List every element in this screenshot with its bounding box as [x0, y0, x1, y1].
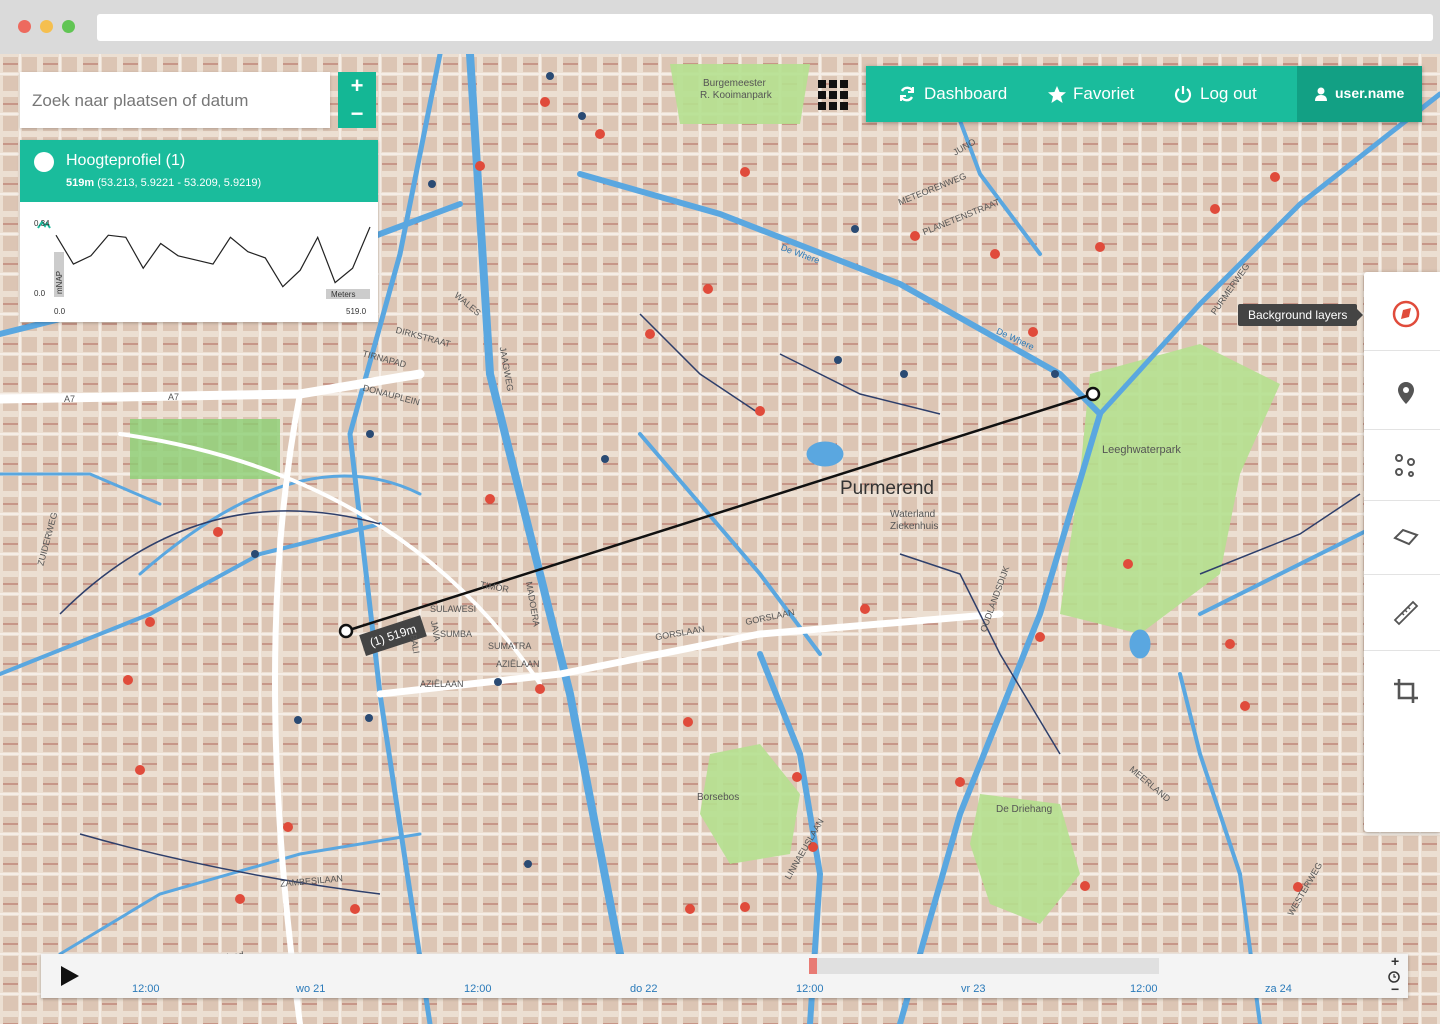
user-icon [1315, 87, 1327, 101]
grid-icon [818, 80, 848, 110]
zoom-out-button[interactable]: − [338, 100, 376, 128]
elevation-profile-panel: Hoogteprofiel (1) 519m (53.213, 5.9221 -… [20, 140, 378, 322]
hospital-label: Waterland [890, 509, 936, 520]
map-tools-toolbar [1364, 272, 1440, 832]
hospital-label: Ziekenhuis [890, 521, 939, 532]
polygon-button[interactable] [1364, 501, 1440, 575]
top-navigation: Dashboard Favoriet Log out user.name [866, 66, 1422, 122]
search-box [20, 72, 330, 130]
timeline-tick: 12:00 [132, 983, 160, 995]
timeline-range[interactable] [811, 958, 1159, 974]
park-label: Leeghwaterpark [1102, 444, 1181, 456]
city-label: Purmerend [840, 478, 934, 499]
refresh-icon [899, 86, 915, 102]
park-label: R. Kooimanpark [700, 90, 772, 101]
search-input[interactable] [20, 72, 324, 130]
background-layers-icon [1392, 300, 1420, 328]
x-min-label: 0.0 [54, 307, 66, 316]
elevation-profile-summary: 519m (53.213, 5.9221 - 53.209, 5.9219) [66, 177, 261, 189]
star-icon [1048, 86, 1066, 103]
dashboard-label: Dashboard [924, 84, 1008, 103]
timeline-bar: 12:00 wo 21 12:00 do 22 12:00 vr 23 12:0… [41, 953, 1408, 998]
y-axis-label: mNAP [55, 271, 64, 294]
timeline-tick: 12:00 [464, 983, 492, 995]
park-label: Burgemeester [703, 78, 766, 89]
park-label: Borsebos [697, 792, 740, 803]
road-label: A7 [168, 392, 180, 402]
x-max-label: 519.0 [346, 307, 367, 316]
minimize-window-icon[interactable] [40, 20, 53, 33]
polygon-icon [1393, 528, 1419, 546]
point-cluster-button[interactable] [1364, 430, 1440, 501]
timeline-zoom-in-button[interactable]: + [1391, 953, 1399, 969]
crop-icon [1394, 679, 1418, 703]
y-max-label: 0.34 [34, 219, 50, 228]
park-label: De Driehang [996, 804, 1053, 815]
timeline-tick: 12:00 [1130, 983, 1158, 995]
play-icon[interactable] [57, 964, 81, 988]
zoom-in-button[interactable]: + [338, 72, 376, 100]
ruler-button[interactable] [1364, 575, 1440, 651]
elevation-line [55, 226, 371, 288]
timeline-tick: 12:00 [796, 983, 824, 995]
apps-grid-button[interactable] [816, 78, 850, 112]
browser-chrome [0, 0, 1440, 54]
power-icon [1174, 86, 1192, 103]
address-bar[interactable] [97, 14, 1433, 41]
street-label: SUMATRA [488, 641, 532, 651]
timeline-tick: vr 23 [961, 983, 986, 995]
user-menu[interactable]: user.name [1297, 66, 1422, 122]
street-label: AZIËLAAN [420, 679, 464, 689]
mountain-icon [34, 152, 54, 229]
maximize-window-icon[interactable] [62, 20, 75, 33]
x-unit-label: Meters [331, 290, 355, 299]
road-label: A7 [64, 394, 76, 404]
elevation-profile-coords: (53.213, 5.9221 - 53.209, 5.9219) [97, 177, 262, 189]
crop-button[interactable] [1364, 651, 1440, 731]
ruler-icon [1393, 600, 1419, 626]
timeline-zoom-out-button[interactable]: − [1391, 981, 1399, 997]
favoriet-label: Favoriet [1073, 84, 1135, 103]
timeline-tick: do 22 [630, 983, 658, 995]
background-layers-tooltip: Background layers [1238, 304, 1364, 326]
map-marker-button[interactable] [1364, 351, 1440, 430]
elevation-profile-distance: 519m [66, 177, 95, 189]
elevation-profile-title: Hoogteprofiel (1) [66, 152, 186, 169]
zoom-control: + − [338, 72, 376, 128]
elevation-chart: 0.34 0.0 mNAP Meters 0.0 519.0 [34, 219, 371, 316]
elevation-profile-header: Hoogteprofiel (1) 519m (53.213, 5.9221 -… [20, 140, 378, 229]
logout-label: Log out [1200, 84, 1257, 103]
close-window-icon[interactable] [18, 20, 31, 33]
background-layers-button[interactable] [1364, 272, 1440, 351]
timeline-tick: za 24 [1265, 983, 1292, 995]
timeline-cursor[interactable] [809, 958, 817, 974]
timeline-tick: wo 21 [296, 983, 326, 995]
map-marker-icon [1398, 382, 1414, 404]
username-label: user.name [1335, 85, 1405, 101]
point-cluster-icon [1395, 454, 1415, 477]
y-min-label: 0.0 [34, 289, 46, 298]
street-label: SUMBA [440, 629, 473, 639]
street-label: AZIËLAAN [496, 659, 540, 669]
street-label: SULAWESI [430, 604, 477, 614]
